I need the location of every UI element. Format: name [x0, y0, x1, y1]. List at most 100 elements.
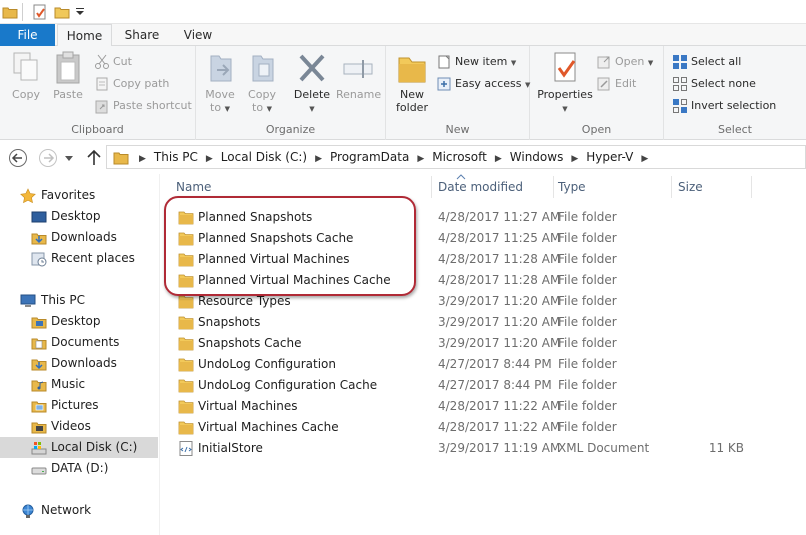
open-icon: [597, 56, 610, 69]
new-folder-icon[interactable]: [54, 4, 70, 20]
nav-this-pc-documents[interactable]: Documents: [0, 332, 158, 353]
column-header-date[interactable]: Date modified: [438, 176, 554, 198]
table-row[interactable]: UndoLog Configuration 4/27/2017 8:44 PM Fi…: [174, 354, 754, 375]
move-to-label: Move: [205, 88, 235, 101]
open-button[interactable]: Open ▼: [596, 52, 653, 72]
move-to-button[interactable]: Move to ▼: [202, 50, 238, 114]
table-row[interactable]: Planned Snapshots Cache 4/28/2017 11:25 A…: [174, 228, 754, 249]
nav-favorites-desktop[interactable]: Desktop: [0, 206, 158, 227]
nav-label: Local Disk (C:): [51, 440, 138, 454]
pictures-folder-icon: [31, 401, 47, 413]
nav-label: Desktop: [51, 209, 101, 223]
tab-file[interactable]: File: [0, 24, 55, 46]
xml-document-icon: [179, 441, 193, 456]
nav-this-pc-downloads[interactable]: Downloads: [0, 353, 158, 374]
cut-button[interactable]: Cut: [94, 52, 132, 72]
chevron-right-icon[interactable]: ▶: [206, 148, 213, 170]
navigation-pane: Favorites Desktop Downloads Recent place…: [0, 174, 160, 535]
paste-shortcut-label: Paste shortcut: [113, 99, 192, 112]
table-row[interactable]: UndoLog Configuration Cache 4/27/2017 8:4…: [174, 375, 754, 396]
nav-this-pc-desktop[interactable]: Desktop: [0, 311, 158, 332]
back-icon[interactable]: [8, 148, 28, 168]
chevron-down-icon[interactable]: [76, 8, 84, 16]
nav-this-pc-data-drive[interactable]: DATA (D:): [0, 458, 158, 479]
chevron-right-icon[interactable]: ▶: [139, 148, 146, 170]
tab-home[interactable]: Home: [57, 24, 112, 47]
address-bar[interactable]: ▶ This PC ▶ Local Disk (C:) ▶ ProgramData ▶ Mic…: [106, 145, 806, 169]
nav-this-pc-pictures[interactable]: Pictures: [0, 395, 158, 416]
properties-button[interactable]: Properties ▼: [534, 50, 596, 114]
chevron-right-icon[interactable]: ▶: [495, 148, 502, 170]
nav-favorites-downloads[interactable]: Downloads: [0, 227, 158, 248]
breadcrumb-programdata[interactable]: ProgramData: [330, 150, 409, 164]
breadcrumb-this-pc[interactable]: This PC: [154, 150, 198, 164]
column-header-size[interactable]: Size: [678, 176, 752, 198]
copy-to-button[interactable]: Copy to ▼: [244, 50, 280, 114]
properties-icon[interactable]: [32, 4, 48, 20]
file-name: UndoLog Configuration: [198, 357, 336, 371]
table-row[interactable]: Virtual Machines 4/28/2017 11:22 AM File f…: [174, 396, 754, 417]
file-type: File folder: [558, 420, 617, 434]
select-group-label: Select: [718, 123, 752, 136]
select-all-button[interactable]: Select all: [672, 52, 741, 72]
edit-label: Edit: [615, 77, 637, 90]
up-arrow-icon[interactable]: [84, 148, 104, 168]
table-row[interactable]: Snapshots 3/29/2017 11:20 AM File folder: [174, 312, 754, 333]
move-to-icon: [210, 55, 232, 82]
new-folder-button[interactable]: New folder: [392, 50, 432, 114]
tab-share[interactable]: Share: [118, 24, 166, 47]
chevron-right-icon[interactable]: ▶: [417, 148, 424, 170]
breadcrumb-windows[interactable]: Windows: [510, 150, 564, 164]
table-row[interactable]: Snapshots Cache 3/29/2017 11:20 AM File fo…: [174, 333, 754, 354]
edit-button[interactable]: Edit: [596, 74, 636, 94]
recent-locations-chevron-icon[interactable]: [64, 153, 74, 163]
new-item-button[interactable]: New item ▼: [436, 52, 516, 72]
table-row[interactable]: Planned Snapshots 4/28/2017 11:27 AM File …: [174, 207, 754, 228]
column-header-type[interactable]: Type: [558, 176, 672, 198]
paste-button[interactable]: Paste: [50, 50, 86, 101]
select-all-label: Select all: [691, 55, 742, 68]
table-row[interactable]: Planned Virtual Machines Cache 4/28/2017 …: [174, 270, 754, 291]
invert-selection-icon: [673, 99, 687, 113]
chevron-right-icon[interactable]: ▶: [641, 148, 648, 170]
chevron-down-icon: ▼: [266, 105, 272, 113]
file-date-modified: 4/28/2017 11:22 AM: [438, 420, 561, 434]
delete-button[interactable]: Delete ▼: [290, 50, 334, 114]
properties-icon: [554, 52, 576, 82]
breadcrumb-microsoft[interactable]: Microsoft: [432, 150, 487, 164]
nav-this-pc[interactable]: This PC: [0, 290, 158, 311]
nav-label: This PC: [41, 293, 85, 307]
file-type: File folder: [558, 378, 617, 392]
nav-label: Recent places: [51, 251, 135, 265]
select-none-button[interactable]: Select none: [672, 74, 756, 94]
downloads-folder-icon: [31, 359, 47, 371]
folder-icon[interactable]: [2, 4, 18, 20]
rename-icon: [343, 60, 373, 78]
invert-selection-button[interactable]: Invert selection: [672, 96, 776, 116]
nav-favorites[interactable]: Favorites: [0, 185, 158, 206]
table-row[interactable]: Planned Virtual Machines 4/28/2017 11:28 …: [174, 249, 754, 270]
paste-shortcut-button[interactable]: Paste shortcut: [94, 96, 192, 116]
folder-icon: [178, 358, 194, 372]
nav-favorites-recent-places[interactable]: Recent places: [0, 248, 158, 269]
table-row[interactable]: InitialStore 3/29/2017 11:19 AM XML Docume…: [174, 438, 754, 459]
copy-button[interactable]: Copy: [8, 50, 44, 101]
easy-access-button[interactable]: Easy access ▼: [436, 74, 530, 94]
table-row[interactable]: Resource Types 3/29/2017 11:20 AM File fol…: [174, 291, 754, 312]
chevron-right-icon[interactable]: ▶: [315, 148, 322, 170]
folder-icon: [178, 232, 194, 246]
forward-icon[interactable]: [38, 148, 58, 168]
breadcrumb-hyper-v[interactable]: Hyper-V: [586, 150, 633, 164]
nav-network[interactable]: Network: [0, 500, 158, 521]
table-row[interactable]: Virtual Machines Cache 4/28/2017 11:22 AM…: [174, 417, 754, 438]
nav-this-pc-videos[interactable]: Videos: [0, 416, 158, 437]
chevron-right-icon[interactable]: ▶: [571, 148, 578, 170]
file-date-modified: 4/28/2017 11:28 AM: [438, 273, 561, 287]
tab-view[interactable]: View: [176, 24, 220, 47]
copy-path-button[interactable]: Copy path: [94, 74, 169, 94]
column-header-name[interactable]: Name: [176, 176, 432, 198]
nav-this-pc-local-disk[interactable]: Local Disk (C:): [0, 437, 158, 458]
nav-this-pc-music[interactable]: Music: [0, 374, 158, 395]
rename-button[interactable]: Rename: [336, 50, 381, 101]
breadcrumb-local-disk[interactable]: Local Disk (C:): [221, 150, 307, 164]
